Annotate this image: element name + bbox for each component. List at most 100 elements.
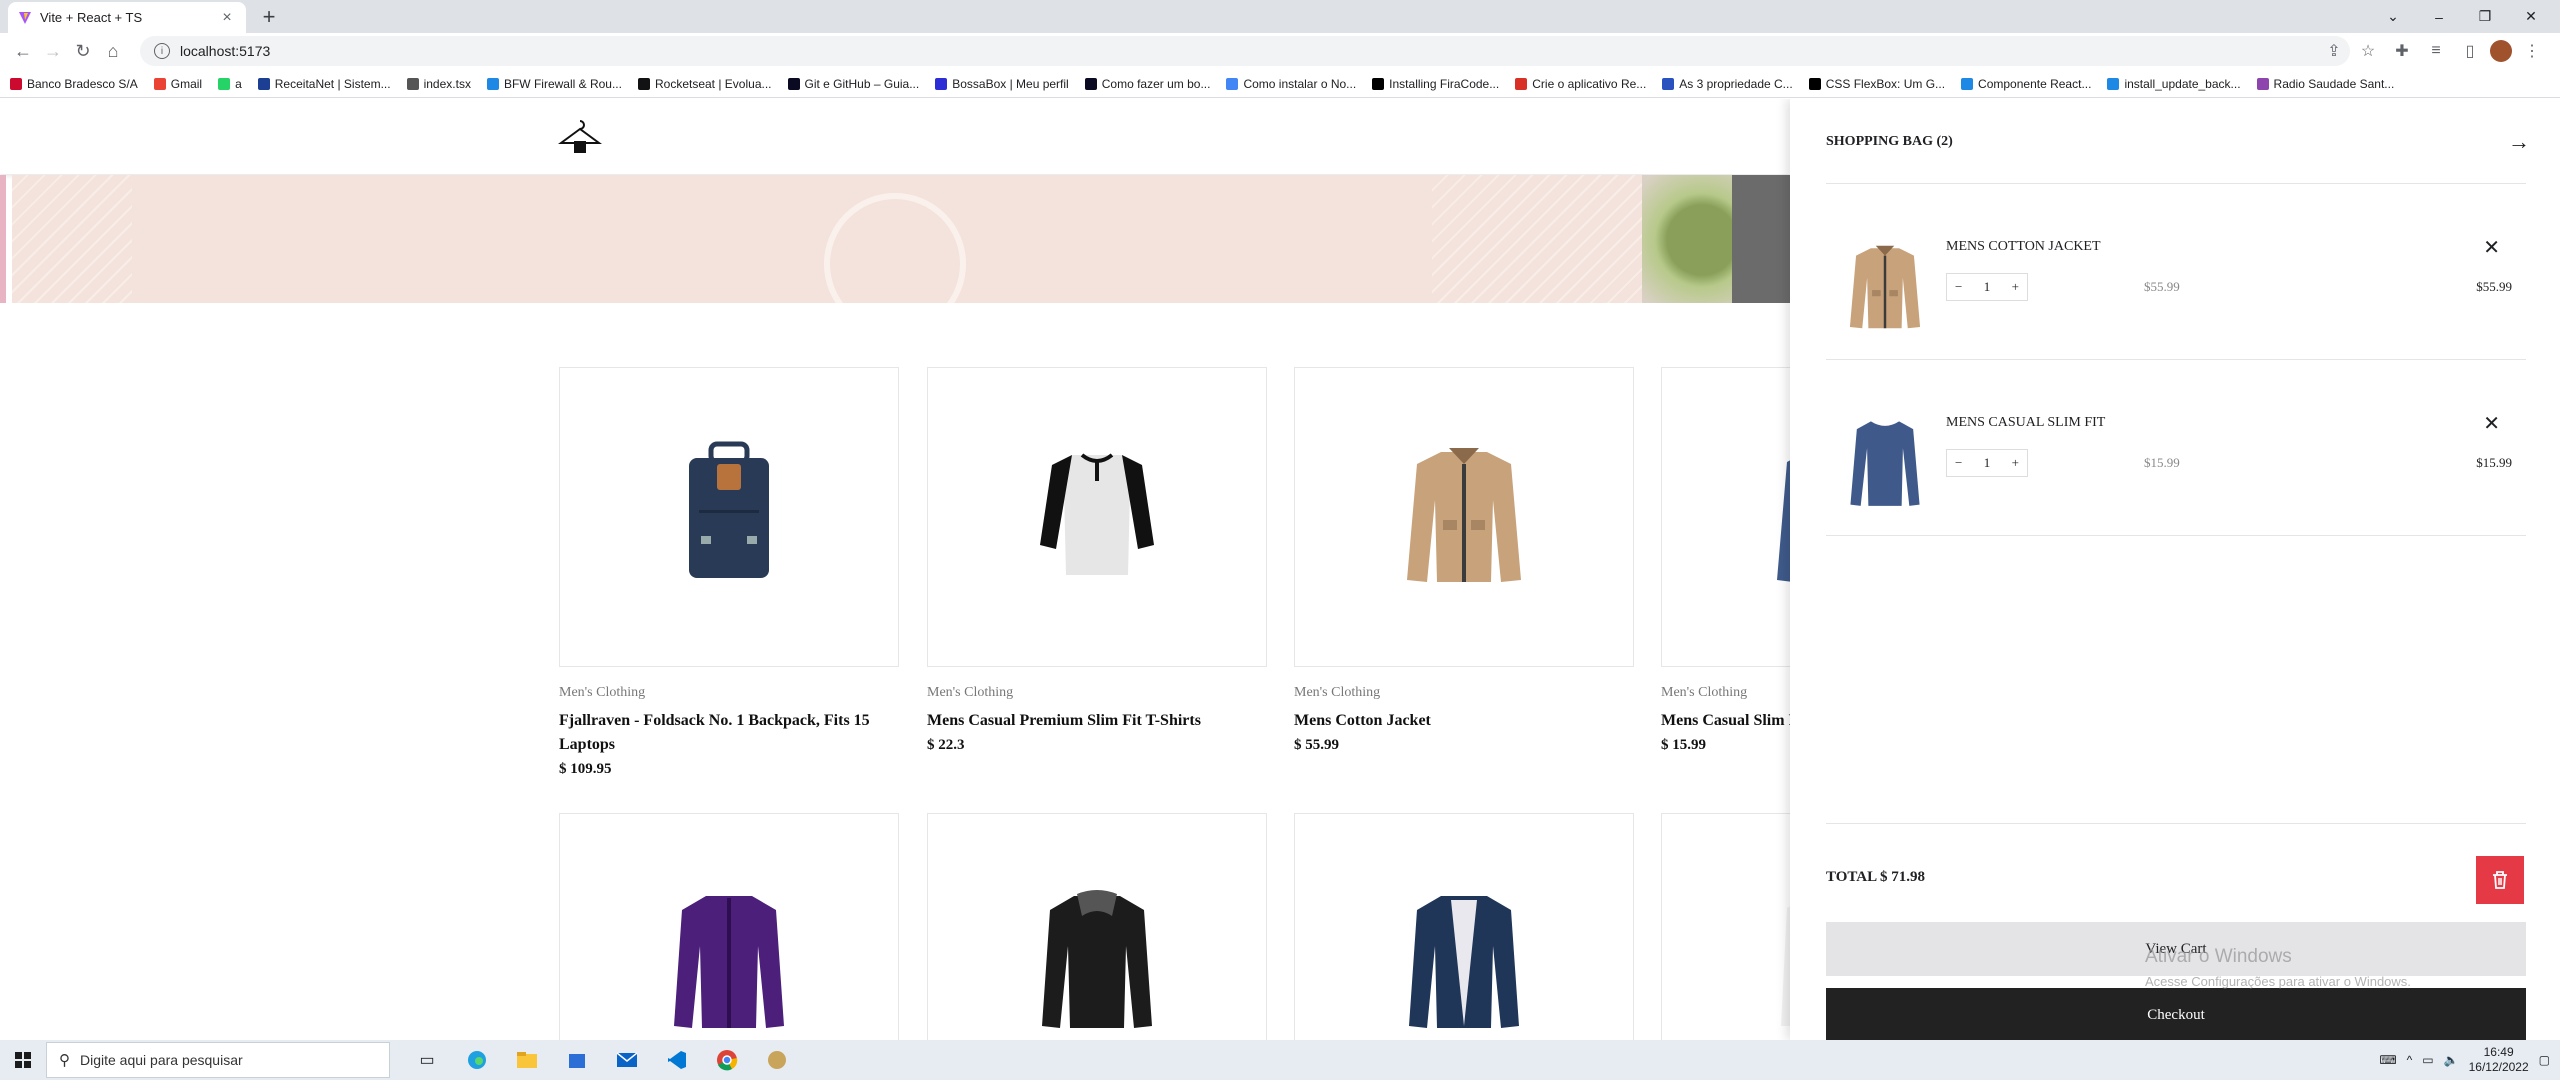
bookmark-item[interactable]: Git e GitHub – Guia... xyxy=(787,76,920,91)
volume-icon[interactable]: 🔈 xyxy=(2444,1053,2459,1067)
checkout-button[interactable]: Checkout xyxy=(1826,988,2526,1042)
reading-list-icon[interactable]: ≡ xyxy=(2422,36,2450,66)
clear-cart-button[interactable] xyxy=(2476,856,2524,904)
bookmark-item[interactable]: Gmail xyxy=(153,77,202,91)
search-icon: ⚲ xyxy=(59,1052,70,1069)
bookmark-label: Git e GitHub – Guia... xyxy=(804,76,920,91)
bookmark-favicon-icon xyxy=(637,77,650,90)
increase-qty-button[interactable]: + xyxy=(2012,279,2019,295)
bookmark-favicon-icon xyxy=(1515,77,1528,90)
cart-item: MENS CASUAL SLIM FIT − 1 + $15.99 $15.99 ✕ xyxy=(1826,401,2526,521)
bookmark-label: ReceitaNet | Sistem... xyxy=(274,76,391,91)
bookmark-item[interactable]: install_update_back... xyxy=(2107,77,2241,91)
bookmark-item[interactable]: Como fazer um bo... xyxy=(1084,76,1211,91)
watermark-subtitle: Acesse Configurações para ativar o Windo… xyxy=(2145,974,2411,989)
cart-item-unit-price: $55.99 xyxy=(2144,279,2180,294)
back-icon[interactable]: ← xyxy=(8,37,38,67)
bookmarks-bar: Banco Bradesco S/A Gmail a ReceitaNet | Sis… xyxy=(0,70,2560,98)
bookmark-favicon-icon xyxy=(257,77,270,90)
restore-icon[interactable]: ❐ xyxy=(2462,0,2508,33)
file-explorer-icon[interactable] xyxy=(504,1040,550,1080)
store-icon[interactable] xyxy=(554,1040,600,1080)
bookmark-item[interactable]: Como instalar o No... xyxy=(1226,77,1356,91)
show-hidden-icons-icon[interactable]: ^ xyxy=(2407,1053,2413,1067)
bookmark-item[interactable]: a xyxy=(218,77,242,91)
bookmark-favicon-icon xyxy=(935,77,948,90)
browser-tab[interactable]: Vite + React + TS × xyxy=(8,2,246,33)
notifications-icon[interactable]: ▢ xyxy=(2539,1053,2550,1067)
cart-total: TOTAL $ 71.98 xyxy=(1826,869,1926,885)
bookmark-item[interactable]: Banco Bradesco S/A xyxy=(10,77,138,91)
decrease-qty-button[interactable]: − xyxy=(1955,455,1962,471)
bookmark-item[interactable]: Radio Saudade Sant... xyxy=(2256,77,2394,91)
bookmark-item[interactable]: Rocketseat | Evolua... xyxy=(637,77,772,91)
bookmark-item[interactable]: CSS FlexBox: Um G... xyxy=(1808,76,1946,91)
extensions-icon[interactable]: ✚ xyxy=(2388,36,2416,66)
bookmark-favicon-icon xyxy=(10,77,22,90)
cotton-jacket-icon xyxy=(1845,239,1925,340)
system-tray: ⌨ ^ ▭ 🔈 16:49 16/12/2022 ▢ xyxy=(2379,1040,2560,1080)
home-icon[interactable]: ⌂ xyxy=(98,37,128,67)
clock[interactable]: 16:49 16/12/2022 xyxy=(2469,1045,2529,1075)
bookmark-favicon-icon xyxy=(406,77,419,90)
chrome-icon[interactable] xyxy=(704,1040,750,1080)
vscode-icon[interactable] xyxy=(654,1040,700,1080)
bookmark-item[interactable]: Installing FiraCode... xyxy=(1372,77,1499,91)
network-icon[interactable]: ▭ xyxy=(2422,1053,2433,1067)
cart-overlay[interactable] xyxy=(0,99,1790,1040)
bookmark-star-icon[interactable]: ☆ xyxy=(2354,36,2382,66)
qty-value: 1 xyxy=(1983,455,1991,470)
decrease-qty-button[interactable]: − xyxy=(1955,279,1962,295)
bookmark-label: Crie o aplicativo Re... xyxy=(1532,76,1647,91)
bookmark-label: Como fazer um bo... xyxy=(1101,76,1211,91)
bookmark-label: CSS FlexBox: Um G... xyxy=(1825,76,1946,91)
vite-icon xyxy=(19,11,31,24)
start-button[interactable] xyxy=(0,1040,46,1080)
bookmark-label: Como instalar o No... xyxy=(1243,76,1357,91)
tab-title: Vite + React + TS xyxy=(40,10,143,25)
bookmark-label: a xyxy=(235,76,242,91)
menu-dots-icon[interactable]: ⋮ xyxy=(2518,36,2546,66)
bookmark-item[interactable]: Componente React... xyxy=(1961,77,2091,91)
new-tab-button[interactable]: + xyxy=(258,4,280,30)
task-view-icon[interactable]: ▭ xyxy=(404,1040,450,1080)
cart-item-line-total: $15.99 xyxy=(2476,455,2512,470)
browser-toolbar: ← → ↻ ⌂ i localhost:5173 ⇪ ☆ ✚ ≡ ▯ ⋮ xyxy=(0,33,2560,70)
url-text: localhost:5173 xyxy=(180,43,271,59)
divider xyxy=(1826,183,2526,184)
mail-icon[interactable] xyxy=(604,1040,650,1080)
share-icon[interactable]: ⇪ xyxy=(2320,36,2348,66)
bookmark-item[interactable]: index.tsx xyxy=(406,77,471,91)
bookmark-favicon-icon xyxy=(1961,77,1974,90)
tab-search-icon[interactable]: ⌄ xyxy=(2370,0,2416,33)
quantity-stepper: − 1 + xyxy=(1946,449,2028,477)
side-panel-icon[interactable]: ▯ xyxy=(2456,36,2484,66)
profile-avatar[interactable] xyxy=(2490,40,2512,62)
remove-item-icon[interactable]: ✕ xyxy=(2483,411,2500,436)
divider xyxy=(1826,823,2526,824)
site-info-icon[interactable]: i xyxy=(154,43,170,59)
increase-qty-button[interactable]: + xyxy=(2012,455,2019,471)
bookmark-item[interactable]: BossaBox | Meu perfil xyxy=(935,77,1069,91)
forward-icon[interactable]: → xyxy=(38,37,68,67)
bookmark-item[interactable]: As 3 propriedade C... xyxy=(1662,77,1793,91)
cart-item: MENS COTTON JACKET − 1 + $55.99 $55.99 ✕ xyxy=(1826,225,2526,345)
reload-icon[interactable]: ↻ xyxy=(68,37,98,67)
windows-activation-watermark: Ativar o Windows Acesse Configurações pa… xyxy=(2145,946,2411,989)
minimize-icon[interactable]: – xyxy=(2416,0,2462,33)
bookmark-item[interactable]: BFW Firewall & Rou... xyxy=(486,77,622,91)
app-icon[interactable] xyxy=(754,1040,800,1080)
close-window-icon[interactable]: ✕ xyxy=(2508,0,2554,33)
close-cart-arrow-icon[interactable]: → xyxy=(2508,129,2530,155)
bookmark-label: Componente React... xyxy=(1978,76,2092,91)
bookmark-item[interactable]: Crie o aplicativo Re... xyxy=(1515,77,1646,91)
edge-icon[interactable] xyxy=(454,1040,500,1080)
bookmark-item[interactable]: ReceitaNet | Sistem... xyxy=(257,76,391,91)
tab-close-icon[interactable]: × xyxy=(218,9,236,27)
address-bar[interactable]: i localhost:5173 xyxy=(140,36,2350,66)
taskbar-apps: ▭ xyxy=(404,1040,800,1080)
taskbar-search-box[interactable]: ⚲ Digite aqui para pesquisar xyxy=(46,1042,390,1078)
keyboard-icon[interactable]: ⌨ xyxy=(2379,1053,2396,1067)
window-controls: ⌄ – ❐ ✕ xyxy=(2370,0,2554,33)
remove-item-icon[interactable]: ✕ xyxy=(2483,235,2500,260)
